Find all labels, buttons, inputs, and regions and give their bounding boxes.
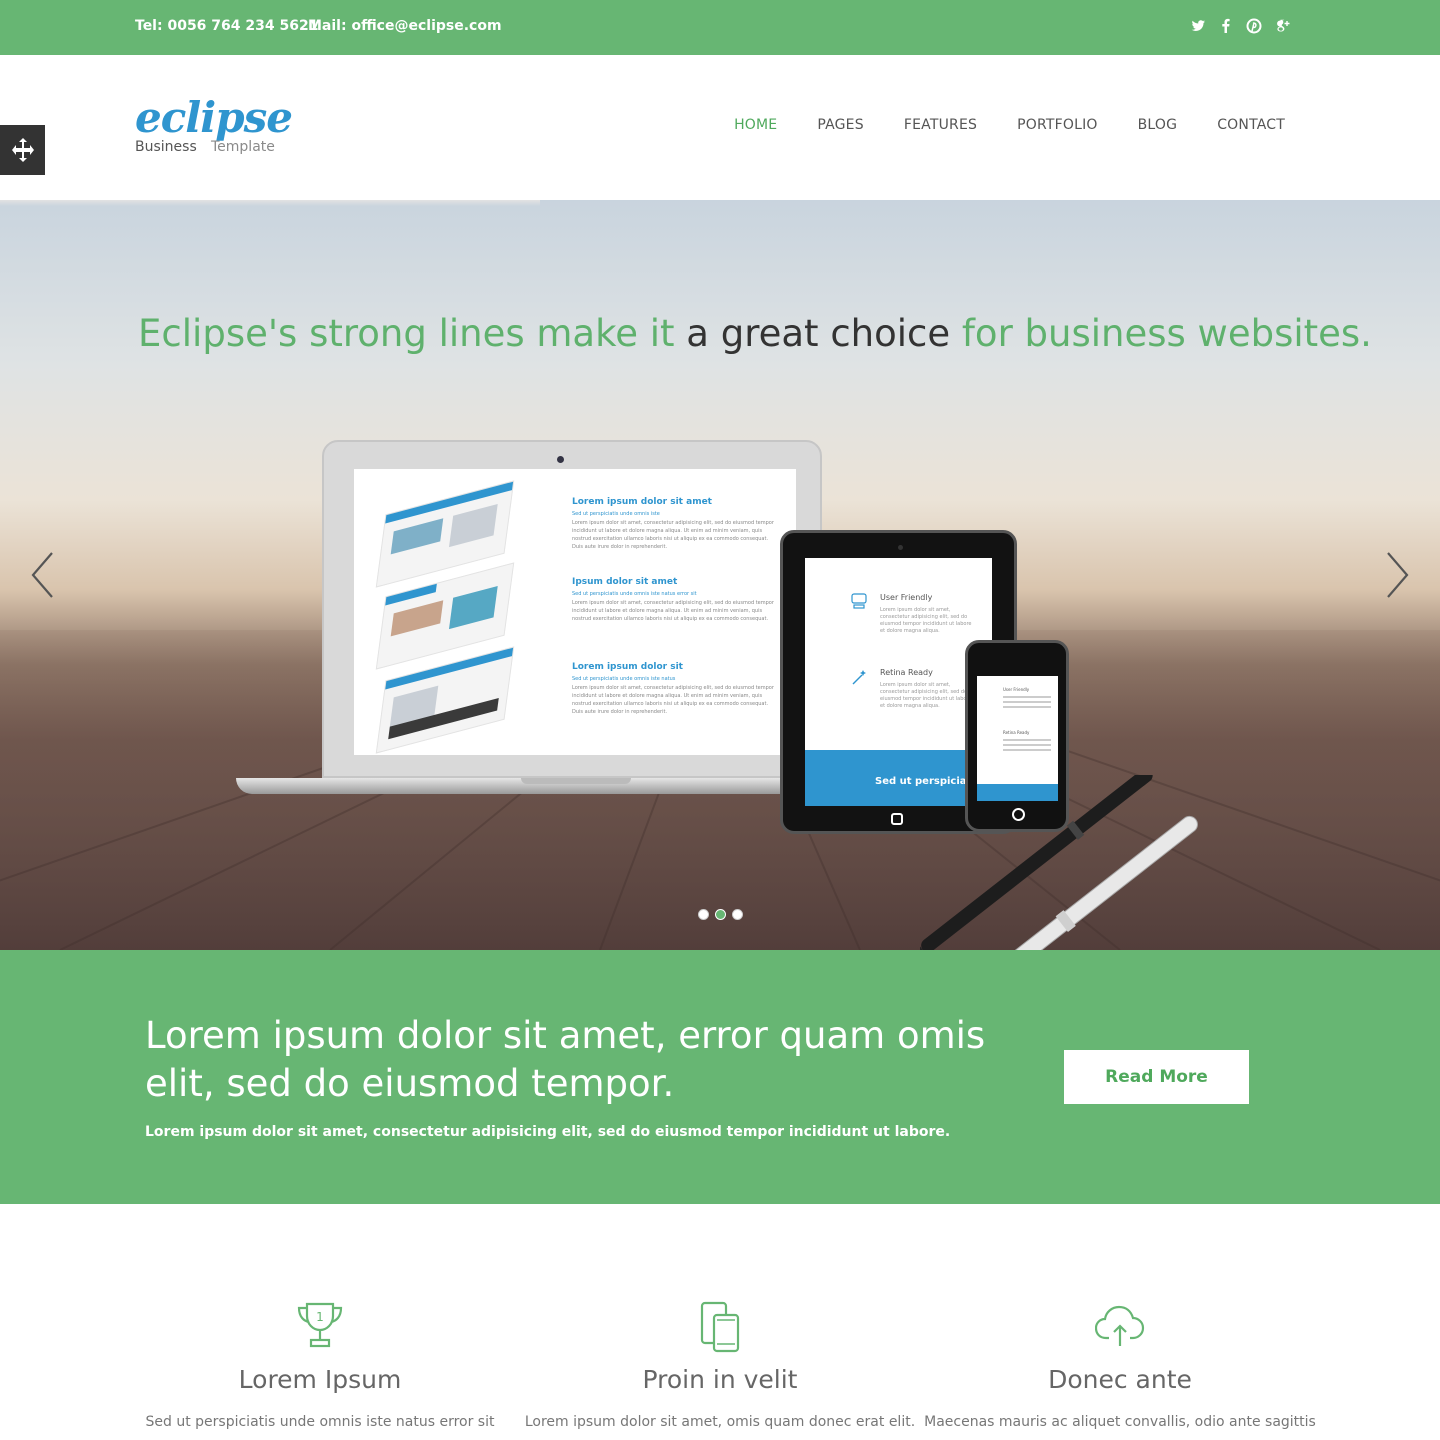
tablet-camera — [898, 545, 903, 550]
tablet-feature-title-1: User Friendly — [880, 593, 933, 602]
move-arrows-icon — [11, 138, 34, 162]
feature-text-3: Maecenas mauris ac aliquet convallis, od… — [924, 1414, 1316, 1430]
laptop-sub-3: Sed ut perspiciatis unde omnis iste natu… — [572, 676, 676, 682]
laptop-mockup: Lorem ipsum dolor sit amet Sed ut perspi… — [322, 440, 822, 778]
social-links — [1190, 16, 1290, 36]
nav-item-pages[interactable]: PAGES — [817, 117, 863, 133]
magic-wand-icon — [852, 670, 866, 685]
pens-illustration — [920, 775, 1198, 950]
cloud-upload-icon — [1095, 1305, 1145, 1346]
laptop-body-3: Lorem ipsum dolor sit amet, consectetur … — [572, 685, 774, 715]
feature-title-2: Proin in velit — [642, 1365, 798, 1394]
laptop-heading-1: Lorem ipsum dolor sit amet — [572, 497, 712, 507]
hero-title-highlight: a great choice — [686, 312, 951, 355]
top-bar: Tel: 0056 764 234 5621 Mail: office@ecli… — [0, 0, 1440, 55]
hero-slider: Eclipse's strong lines make it a great c… — [0, 200, 1440, 950]
laptop-sub-1: Sed ut perspiciatis unde omnis iste — [572, 511, 660, 517]
hero-title-part1: Eclipse's strong lines make it — [138, 312, 687, 355]
feature-text-1: Sed ut perspiciatis unde omnis iste natu… — [145, 1414, 495, 1430]
nav-item-portfolio[interactable]: PORTFOLIO — [1017, 117, 1098, 133]
feature-title-1: Lorem Ipsum — [238, 1365, 402, 1394]
laptop-body-1: Lorem ipsum dolor sit amet, consectetur … — [572, 520, 774, 550]
tablet-feature-title-2: Retina Ready — [880, 668, 933, 677]
slider-dot-3[interactable] — [732, 909, 743, 920]
tablet-feature-body-1: Lorem ipsum dolor sit amet, consectetur … — [880, 607, 972, 634]
laptop-heading-3: Lorem ipsum dolor sit — [572, 662, 683, 672]
nav-item-features[interactable]: FEATURES — [904, 117, 977, 133]
hero-title: Eclipse's strong lines make it a great c… — [0, 312, 1440, 355]
devices-icon — [700, 1301, 740, 1353]
hero-title-part3: for business websites. — [950, 312, 1372, 355]
nav-item-home[interactable]: HOME — [734, 117, 777, 133]
site-header: eclipse Business Template HOME PAGES FEA… — [0, 55, 1440, 200]
tablet-home-button — [891, 813, 903, 825]
twitter-icon[interactable] — [1190, 16, 1206, 36]
monitor-icon — [851, 593, 867, 609]
header-shadow — [0, 200, 540, 206]
laptop-body-2: Lorem ipsum dolor sit amet, consectetur … — [572, 600, 774, 622]
tablet-screen: User Friendly Lorem ipsum dolor sit amet… — [805, 558, 992, 806]
email-address[interactable]: Mail: office@eclipse.com — [308, 18, 502, 34]
phone-feature-title-1: User Friendly — [1003, 687, 1030, 692]
facebook-icon[interactable] — [1218, 16, 1234, 36]
svg-text:1: 1 — [316, 1310, 324, 1324]
main-nav: HOME PAGES FEATURES PORTFOLIO BLOG CONTA… — [734, 117, 1285, 133]
read-more-button[interactable]: Read More — [1064, 1050, 1249, 1104]
cta-heading: Lorem ipsum dolor sit amet, error quam o… — [145, 1014, 986, 1105]
feature-text-2: Lorem ipsum dolor sit amet, omis quam do… — [524, 1414, 916, 1430]
pinterest-icon[interactable] — [1246, 16, 1262, 36]
slider-dots — [698, 909, 743, 920]
phone-feature-title-2: Retina Ready — [1003, 730, 1030, 735]
laptop-screen: Lorem ipsum dolor sit amet Sed ut perspi… — [354, 469, 796, 755]
laptop-sub-2: Sed ut perspiciatis unde omnis iste natu… — [572, 591, 697, 597]
trophy-icon: 1 — [297, 1302, 343, 1348]
nav-item-blog[interactable]: BLOG — [1138, 117, 1178, 133]
cta-text: Lorem ipsum dolor sit amet, consectetur … — [145, 1124, 951, 1140]
laptop-camera — [557, 456, 564, 463]
logo-word: eclipse — [135, 93, 293, 142]
nav-item-contact[interactable]: CONTACT — [1217, 117, 1285, 133]
feature-title-3: Donec ante — [1048, 1365, 1192, 1394]
logo[interactable]: eclipse Business Template — [135, 93, 293, 163]
slider-next-arrow-icon[interactable] — [1382, 550, 1412, 600]
cta-band: Lorem ipsum dolor sit amet, error quam o… — [0, 950, 1440, 1204]
tablet-feature-body-2: Lorem ipsum dolor sit amet, consectetur … — [880, 682, 972, 709]
slider-dot-1[interactable] — [698, 909, 709, 920]
logo-sub-template: Template — [211, 139, 275, 155]
phone-number: Tel: 0056 764 234 5621 — [135, 18, 319, 34]
laptop-heading-2: Ipsum dolor sit amet — [572, 577, 678, 587]
slider-dot-2[interactable] — [715, 909, 726, 920]
slider-prev-arrow-icon[interactable] — [28, 550, 58, 600]
logo-sub-business: Business — [135, 139, 197, 155]
google-plus-icon[interactable] — [1274, 16, 1290, 36]
move-handle[interactable] — [0, 125, 45, 175]
